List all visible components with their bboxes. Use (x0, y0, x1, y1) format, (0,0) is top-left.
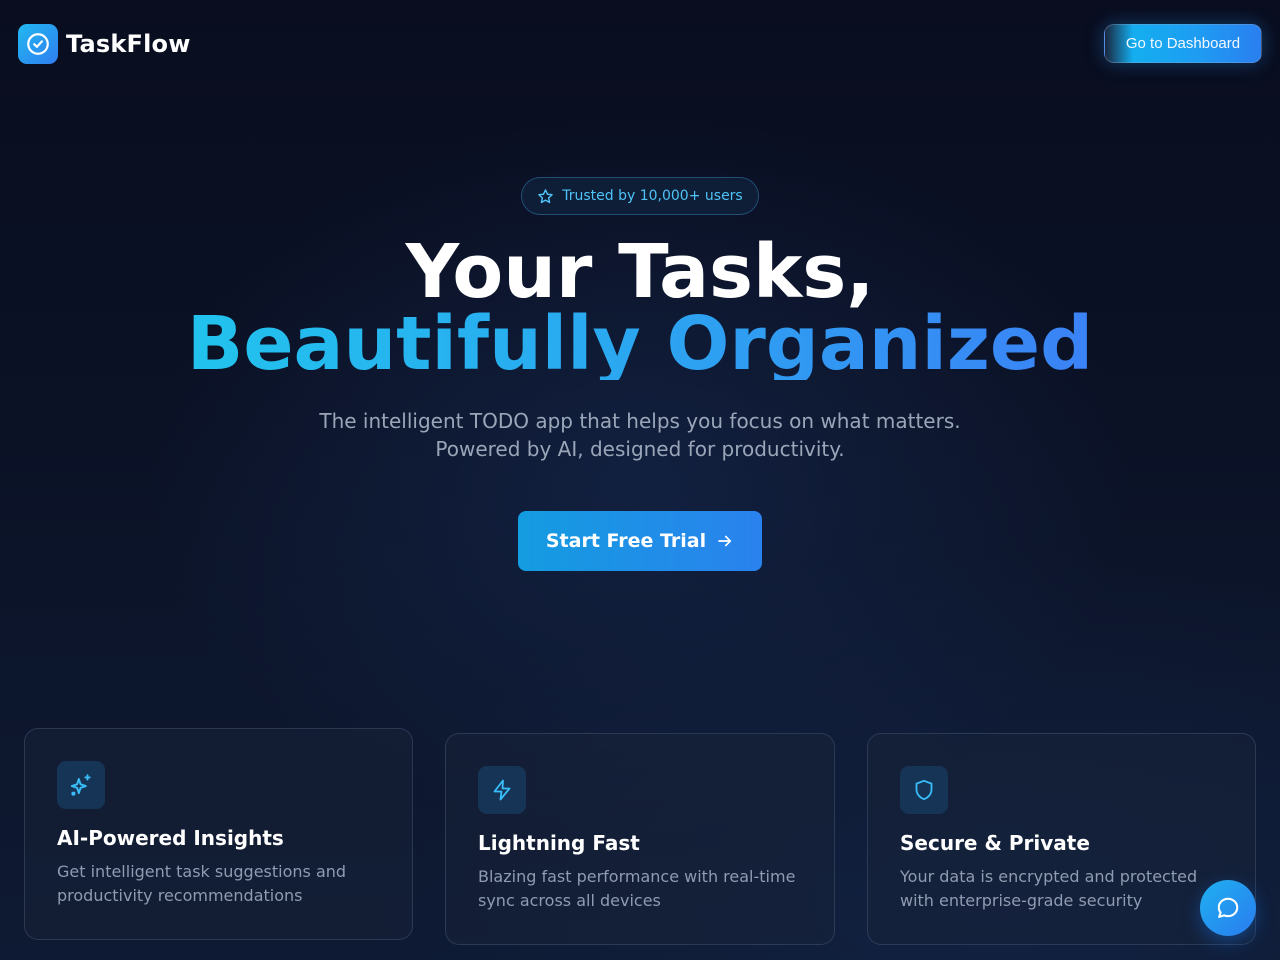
feature-description: Your data is encrypted and protected wit… (900, 867, 1198, 910)
top-nav: TaskFlow Go to Dashboard (0, 0, 1280, 86)
chat-bubble-icon (1215, 895, 1241, 921)
sparkles-icon (57, 761, 105, 809)
hero-subtitle: The intelligent TODO app that helps you … (0, 407, 1280, 463)
hero-title-line1: Your Tasks, (405, 229, 875, 315)
start-free-trial-button[interactable]: Start Free Trial (518, 511, 762, 571)
feature-description: Get intelligent task suggestions and pro… (57, 862, 347, 905)
feature-title: Lightning Fast (478, 831, 640, 855)
feature-description: Blazing fast performance with real-time … (478, 867, 796, 910)
feature-card-ai-insights: AI-Powered Insights Get intelligent task… (24, 728, 413, 940)
arrow-right-icon (716, 532, 734, 550)
hero-subtitle-line2: Powered by AI, designed for productivity… (435, 437, 845, 461)
app-name: TaskFlow (66, 30, 191, 58)
go-to-dashboard-button[interactable]: Go to Dashboard (1104, 24, 1262, 63)
feature-title: Secure & Private (900, 831, 1090, 855)
check-circle-icon (18, 24, 58, 64)
trust-badge-text: Trusted by 10,000+ users (562, 188, 743, 204)
hero-subtitle-line1: The intelligent TODO app that helps you … (319, 409, 961, 433)
lightning-icon (478, 766, 526, 814)
chat-button[interactable] (1200, 880, 1256, 936)
trust-badge: Trusted by 10,000+ users (521, 177, 759, 215)
shield-icon (900, 766, 948, 814)
cta-label: Start Free Trial (545, 530, 707, 552)
star-icon (537, 188, 554, 205)
feature-card-lightning-fast: Lightning Fast Blazing fast performance … (445, 733, 835, 945)
feature-title: AI-Powered Insights (57, 826, 284, 850)
hero-title: Your Tasks, Beautifully Organized (0, 229, 1280, 387)
hero-title-line2: Beautifully Organized (186, 301, 1094, 387)
feature-card-secure-private: Secure & Private Your data is encrypted … (867, 733, 1256, 945)
brand-logo[interactable]: TaskFlow (18, 24, 191, 64)
